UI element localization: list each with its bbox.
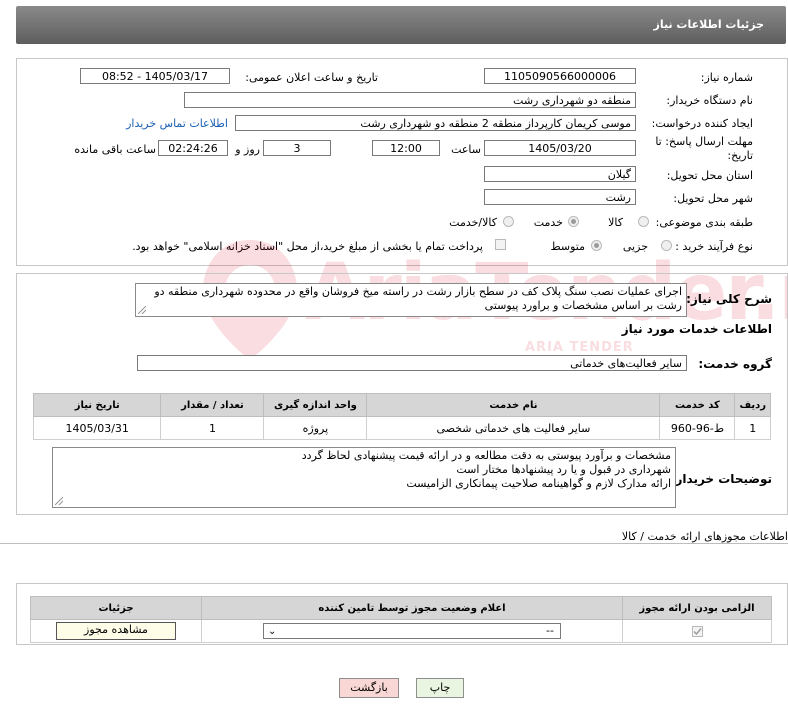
category-goods-radio[interactable] [638,216,649,227]
deadline-time-label: ساعت [451,143,481,156]
requester-label: ایجاد کننده درخواست: [651,117,753,130]
permit-details-cell: مشاهده مجوز [30,619,202,643]
page-header: جزئیات اطلاعات نیاز [16,6,786,44]
services-section-title: اطلاعات خدمات مورد نیاز [621,322,772,336]
need-number-field: 1105090566000006 [484,68,636,84]
buyer-note-line: ارائه مدارک لازم و گواهینامه صلاحیت پیما… [406,477,671,490]
buyer-contact-link[interactable]: اطلاعات تماس خریدار [126,117,228,130]
permits-table-header: الزامی بودن ارائه مجوز اعلام وضعیت مجوز … [30,596,772,620]
permit-required-cell [622,619,772,643]
col-row: ردیف [734,393,771,417]
treasury-payment-checkbox[interactable] [495,239,506,250]
buyer-notes-textarea[interactable]: مشخصات و برآورد پیوستی به دقت مطالعه و د… [52,447,676,508]
permit-status-value: -- [546,624,554,637]
announce-datetime-field: 1405/03/17 - 08:52 [80,68,230,84]
services-table: ردیف کد خدمت نام خدمت واحد اندازه گیری ت… [32,393,771,440]
col-date: تاریخ نیاز [32,393,162,417]
page-title: جزئیات اطلاعات نیاز [653,18,765,31]
checkmark-icon [693,628,702,636]
permit-required-checkbox [691,626,703,637]
buyer-notes-label: توضیحات خریدار: [670,472,772,486]
col-qty: تعداد / مقدار [160,393,265,417]
category-goods-service-radio[interactable] [503,216,514,227]
province-field: گیلان [484,166,636,182]
cell-code: ط-96-960 [659,416,736,440]
col-permit-status: اعلام وضعیت مجوز توسط تامین کننده [201,596,623,620]
resize-handle-icon[interactable] [55,497,63,505]
deadline-time-field: 12:00 [372,140,440,156]
services-table-header: ردیف کد خدمت نام خدمت واحد اندازه گیری ت… [32,393,771,417]
col-name: نام خدمت [366,393,661,417]
category-goods-label: کالا [608,216,623,229]
chevron-down-icon: ⌄ [268,626,277,637]
buyer-note-line: مشخصات و برآورد پیوستی به دقت مطالعه و د… [301,449,671,462]
buyer-org-field: منطقه دو شهرداری رشت [184,92,636,108]
description-text: اجرای عملیات نصب سنگ پلاک کف در سطح بازا… [154,285,682,312]
description-textarea[interactable]: اجرای عملیات نصب سنگ پلاک کف در سطح بازا… [135,283,687,317]
service-group-label: گروه خدمت: [698,357,772,371]
permits-table: الزامی بودن ارائه مجوز اعلام وضعیت مجوز … [30,596,772,643]
col-unit: واحد اندازه گیری [263,393,368,417]
permits-section-title: اطلاعات مجوزهای ارائه خدمت / کالا [621,530,788,543]
category-service-radio[interactable] [568,216,579,227]
category-goods-service-label: کالا/خدمت [449,216,497,229]
table-row: ⌄ -- مشاهده مجوز [30,619,772,643]
permits-divider [0,543,788,544]
deadline-date-field: 1405/03/20 [484,140,636,156]
requester-field: موسی کریمان کارپرداز منطقه 2 منطقه دو شه… [235,115,636,131]
category-service-label: خدمت [533,216,563,229]
process-medium-label: متوسط [550,240,585,253]
resize-handle-icon[interactable] [138,306,146,314]
category-label: طبقه بندی موضوعی: [655,216,753,229]
back-button[interactable]: بازگشت [339,678,399,698]
cell-qty: 1 [160,416,265,440]
time-remaining-field: 02:24:26 [158,140,228,156]
table-row: 1 ط-96-960 سایر فعالیت های خدماتی شخصی پ… [32,416,771,440]
description-label: شرح کلی نیاز: [686,292,772,306]
view-permit-button[interactable]: مشاهده مجوز [56,622,176,640]
need-number-label: شماره نیاز: [700,71,753,84]
cell-date: 1405/03/31 [32,416,162,440]
province-label: استان محل تحویل: [666,169,753,182]
col-permit-required: الزامی بودن ارائه مجوز [622,596,772,620]
buyer-org-label: نام دستگاه خریدار: [666,94,753,107]
days-remaining-field: 3 [263,140,331,156]
time-remaining-label: ساعت باقی مانده [74,143,156,156]
col-permit-details: جزئیات [30,596,202,620]
process-minor-label: جزیی [622,240,648,253]
buyer-note-line: شهرداری در قبول و یا رد پیشنهادها مختار … [456,463,671,476]
process-medium-radio[interactable] [591,240,602,251]
process-minor-radio[interactable] [661,240,672,251]
print-button[interactable]: چاپ [416,678,464,698]
col-code: کد خدمت [659,393,736,417]
permit-status-select[interactable]: ⌄ -- [263,623,561,639]
cell-row: 1 [734,416,771,440]
city-field: رشت [484,189,636,205]
treasury-payment-note: پرداخت تمام یا بخشی از مبلغ خرید،از محل … [132,240,483,253]
announce-datetime-label: تاریخ و ساعت اعلان عمومی: [245,71,378,84]
service-group-field: سایر فعالیت‌های خدماتی [137,355,687,371]
process-label: نوع فرآیند خرید : [675,240,753,253]
days-label: روز و [235,143,260,156]
city-label: شهر محل تحویل: [673,192,753,205]
deadline-label: مهلت ارسال پاسخ: تا تاریخ: [655,135,753,162]
cell-unit: پروژه [263,416,368,440]
cell-name: سایر فعالیت های خدماتی شخصی [366,416,661,440]
permit-status-cell: ⌄ -- [201,619,623,643]
